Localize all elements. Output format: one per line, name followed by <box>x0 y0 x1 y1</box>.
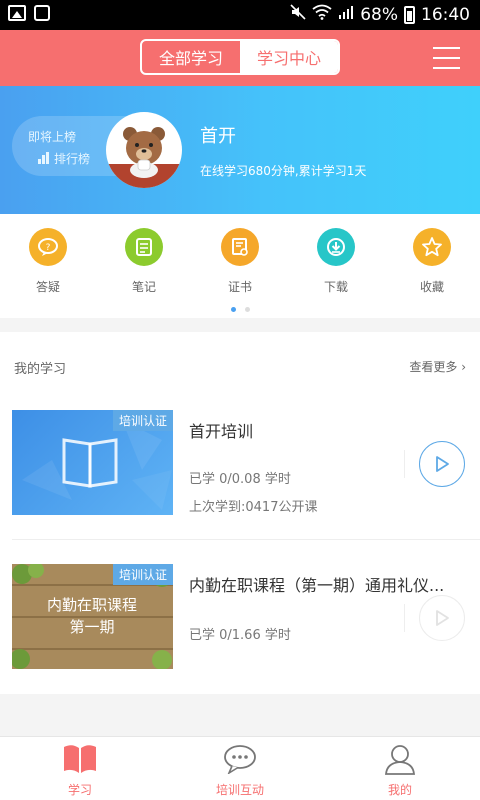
battery-icon <box>404 5 415 24</box>
action-notes-label: 笔记 <box>131 280 156 294</box>
play-button[interactable] <box>419 441 465 487</box>
rank-status-label: 即将上榜 <box>28 130 77 144</box>
course-tag: 培训认证 <box>112 410 173 431</box>
divider <box>12 539 480 540</box>
action-qa-label: 答疑 <box>35 280 60 294</box>
thumb-text-line2: 第一期 <box>69 618 114 636</box>
section-title: 我的学习 <box>14 362 67 377</box>
signal-icon <box>338 4 354 25</box>
nav-mine-label: 我的 <box>387 783 412 797</box>
course-thumbnail: 培训认证 <box>12 410 173 515</box>
wifi-icon <box>312 4 332 25</box>
action-download-label: 下载 <box>323 280 348 294</box>
tab-switcher: 全部学习 学习中心 <box>140 39 340 75</box>
svg-text:?: ? <box>46 243 51 253</box>
chat-icon <box>224 745 256 774</box>
page-indicator <box>231 307 250 312</box>
hamburger-menu-icon[interactable] <box>433 47 460 69</box>
action-qa[interactable]: ? 答疑 <box>18 228 78 295</box>
course-title: 内勤在职课程（第一期）通用礼仪... <box>189 576 445 595</box>
app-header: 全部学习 学习中心 <box>0 30 480 86</box>
leaderboard-label: 排行榜 <box>54 152 91 166</box>
leaderboard-link[interactable]: 排行榜 <box>38 150 90 167</box>
status-right: 68% 16:40 <box>290 4 470 25</box>
note-icon <box>125 228 163 266</box>
course-thumbnail: 内勤在职课程 第一期 培训认证 <box>12 564 173 669</box>
action-certificate-label: 证书 <box>227 280 252 294</box>
notification-icon <box>34 5 50 21</box>
status-left <box>8 5 50 21</box>
page-dot[interactable] <box>245 307 250 312</box>
star-icon <box>413 228 451 266</box>
tab-learning-center[interactable]: 学习中心 <box>240 41 338 73</box>
profile-banner: 即将上榜 排行榜 <box>0 86 480 214</box>
action-favorites[interactable]: 收藏 <box>402 228 462 295</box>
play-icon <box>436 610 449 626</box>
course-title: 首开培训 <box>189 422 254 441</box>
username: 首开 <box>200 126 236 147</box>
status-bar: 68% 16:40 <box>0 0 480 30</box>
action-favorites-label: 收藏 <box>419 280 444 294</box>
nav-learning-label: 学习 <box>67 783 92 797</box>
person-icon <box>385 745 415 775</box>
bear-avatar-icon <box>106 127 182 188</box>
quick-actions: ? 答疑 笔记 证书 下载 收藏 <box>0 214 480 318</box>
thumb-text-line1: 内勤在职课程 <box>47 596 137 614</box>
action-download[interactable]: 下载 <box>306 228 366 295</box>
action-notes[interactable]: 笔记 <box>114 228 174 295</box>
bottom-navigation: 学习 培训互动 我的 <box>0 736 480 800</box>
clock: 16:40 <box>421 4 470 25</box>
play-button[interactable] <box>419 595 465 641</box>
play-icon <box>436 456 449 472</box>
course-progress: 已学 0/0.08 学时 <box>189 472 291 487</box>
nav-learning[interactable]: 学习 <box>20 737 140 800</box>
course-last-studied: 上次学到:0417公开课 <box>189 500 318 515</box>
see-more-link[interactable]: 查看更多 › <box>409 358 466 375</box>
chat-bubble-icon: ? <box>29 228 67 266</box>
nav-mine[interactable]: 我的 <box>340 737 460 800</box>
study-summary: 在线学习680分钟,累计学习1天 <box>200 164 367 178</box>
tab-all-learning[interactable]: 全部学习 <box>142 41 240 73</box>
mute-icon <box>290 4 306 25</box>
certificate-icon <box>221 228 259 266</box>
divider <box>404 604 405 632</box>
course-item[interactable]: 培训认证 首开培训 已学 0/0.08 学时 上次学到:0417公开课 <box>0 410 480 536</box>
book-icon <box>64 745 96 773</box>
page-dot-active[interactable] <box>231 307 236 312</box>
battery-percent: 68% <box>360 4 398 25</box>
action-certificate[interactable]: 证书 <box>210 228 270 295</box>
nav-training-interaction[interactable]: 培训互动 <box>180 737 300 800</box>
see-more-label: 查看更多 <box>409 360 458 374</box>
download-icon <box>317 228 355 266</box>
chevron-right-icon: › <box>461 360 466 374</box>
gallery-notification-icon <box>8 5 26 21</box>
course-progress: 已学 0/1.66 学时 <box>189 628 291 643</box>
nav-training-interaction-label: 培训互动 <box>215 783 264 797</box>
course-tag: 培训认证 <box>112 564 173 585</box>
avatar[interactable] <box>106 112 182 188</box>
course-item[interactable]: 内勤在职课程 第一期 培训认证 内勤在职课程（第一期）通用礼仪... 已学 0/… <box>0 564 480 690</box>
my-learning-section: 我的学习 查看更多 › 培训认证 首开培训 已学 0/0.08 学时 上次学到:… <box>0 332 480 694</box>
divider <box>404 450 405 478</box>
